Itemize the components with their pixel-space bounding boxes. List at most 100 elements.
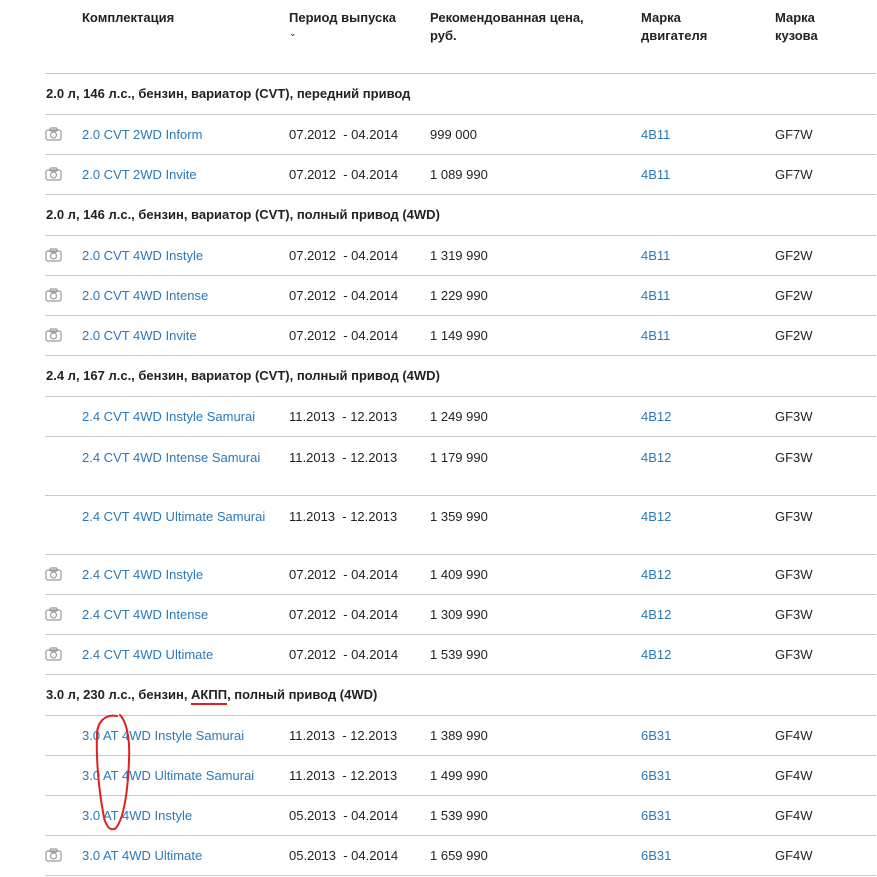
trim-link[interactable]: 2.4 CVT 4WD Instyle Samurai	[82, 407, 278, 426]
table-row: 2.4 CVT 4WD Intense 07.2012 - 04.2014 1 30…	[45, 595, 876, 635]
body-cell: GF7W	[775, 127, 813, 142]
period-cell: 11.2013 - 12.2013	[289, 728, 398, 743]
trim-link[interactable]: 3.0 AT 4WD Instyle Samurai	[82, 726, 278, 745]
camera-icon[interactable]	[45, 167, 62, 181]
engine-link[interactable]: 4B12	[641, 507, 671, 526]
group-title: 3.0 л, 230 л.с., бензин, АКПП, полный пр…	[45, 675, 876, 716]
table-row: 2.0 CVT 2WD Invite 07.2012 - 04.2014 1 089…	[45, 155, 876, 195]
body-cell: GF3W	[775, 509, 813, 524]
trim-table: Комплектация Период выпуска ⌄ Рекомендов…	[45, 0, 876, 876]
group-title: 2.4 л, 167 л.с., бензин, вариатор (CVT),…	[45, 356, 876, 397]
engine-link[interactable]: 4B12	[641, 605, 671, 624]
body-cell: GF4W	[775, 848, 813, 863]
camera-icon[interactable]	[45, 567, 62, 581]
price-cell: 1 149 990	[430, 328, 488, 343]
group-title: 2.0 л, 146 л.с., бензин, вариатор (CVT),…	[45, 195, 876, 236]
engine-link[interactable]: 4B11	[641, 326, 670, 345]
body-cell: GF7W	[775, 167, 813, 182]
engine-link[interactable]: 4B11	[641, 286, 670, 305]
period-cell: 07.2012 - 04.2014	[289, 248, 399, 263]
price-cell: 1 539 990	[430, 808, 488, 823]
trim-link[interactable]: 2.4 CVT 4WD Intense	[82, 605, 278, 624]
body-cell: GF2W	[775, 328, 813, 343]
table-row: 2.4 CVT 4WD Ultimate Samurai 11.2013 - 12…	[45, 496, 876, 555]
body-cell: GF2W	[775, 288, 813, 303]
price-cell: 999 000	[430, 127, 477, 142]
table-row: 2.4 CVT 4WD Instyle 07.2012 - 04.2014 1 40…	[45, 555, 876, 595]
period-cell: 07.2012 - 04.2014	[289, 288, 399, 303]
engine-link[interactable]: 4B12	[641, 407, 671, 426]
price-cell: 1 389 990	[430, 728, 488, 743]
body-cell: GF3W	[775, 567, 813, 582]
period-cell: 07.2012 - 04.2014	[289, 127, 399, 142]
trim-link[interactable]: 2.0 CVT 2WD Invite	[82, 165, 278, 184]
header-body: Марка кузова	[775, 10, 818, 43]
table-row: 2.4 CVT 4WD Ultimate 07.2012 - 04.2014 1 5…	[45, 635, 876, 675]
camera-icon[interactable]	[45, 127, 62, 141]
body-cell: GF3W	[775, 607, 813, 622]
engine-link[interactable]: 4B12	[641, 448, 671, 467]
period-cell: 07.2012 - 04.2014	[289, 647, 399, 662]
camera-icon[interactable]	[45, 248, 62, 262]
trim-link[interactable]: 2.4 CVT 4WD Instyle	[82, 565, 278, 584]
camera-icon[interactable]	[45, 328, 62, 342]
table-row: 3.0 AT 4WD Instyle 05.2013 - 04.2014 1 539…	[45, 796, 876, 836]
engine-link[interactable]: 4B12	[641, 565, 671, 584]
header-trim: Комплектация	[82, 10, 175, 25]
header-period[interactable]: Период выпуска ⌄	[289, 9, 396, 38]
engine-link[interactable]: 6B31	[641, 726, 671, 745]
camera-icon[interactable]	[45, 607, 62, 621]
body-cell: GF3W	[775, 647, 813, 662]
table-row: 2.0 CVT 2WD Inform 07.2012 - 04.2014 999 0…	[45, 115, 876, 155]
header-price: Рекомендованная цена, руб.	[430, 10, 584, 43]
engine-link[interactable]: 6B31	[641, 766, 671, 785]
trim-link[interactable]: 2.0 CVT 2WD Inform	[82, 125, 278, 144]
camera-icon[interactable]	[45, 848, 62, 862]
table-row: 2.4 CVT 4WD Intense Samurai 11.2013 - 12.…	[45, 437, 876, 496]
trim-link[interactable]: 3.0 AT 4WD Ultimate Samurai	[82, 766, 278, 785]
table-header: Комплектация Период выпуска ⌄ Рекомендов…	[45, 0, 876, 74]
trim-link[interactable]: 2.0 CVT 4WD Invite	[82, 326, 278, 345]
price-cell: 1 539 990	[430, 647, 488, 662]
group-title-highlight: АКПП	[191, 687, 228, 705]
period-cell: 11.2013 - 12.2013	[289, 450, 398, 465]
price-cell: 1 659 990	[430, 848, 488, 863]
price-cell: 1 089 990	[430, 167, 488, 182]
sort-chevron-icon[interactable]: ⌄	[289, 28, 396, 38]
engine-link[interactable]: 6B31	[641, 806, 671, 825]
trim-link[interactable]: 2.0 CVT 4WD Instyle	[82, 246, 278, 265]
trim-link[interactable]: 2.0 CVT 4WD Intense	[82, 286, 278, 305]
period-cell: 07.2012 - 04.2014	[289, 167, 399, 182]
engine-link[interactable]: 6B31	[641, 846, 671, 865]
price-cell: 1 499 990	[430, 768, 488, 783]
price-cell: 1 359 990	[430, 509, 488, 524]
table-row: 3.0 AT 4WD Instyle Samurai 11.2013 - 12.2…	[45, 716, 876, 756]
camera-icon[interactable]	[45, 288, 62, 302]
body-cell: GF4W	[775, 768, 813, 783]
trim-link[interactable]: 3.0 AT 4WD Instyle	[82, 806, 278, 825]
engine-link[interactable]: 4B12	[641, 645, 671, 664]
engine-link[interactable]: 4B11	[641, 165, 670, 184]
period-cell: 07.2012 - 04.2014	[289, 328, 399, 343]
body-cell: GF3W	[775, 450, 813, 465]
trim-link[interactable]: 3.0 AT 4WD Ultimate	[82, 846, 278, 865]
table-row: 2.4 CVT 4WD Instyle Samurai 11.2013 - 12.…	[45, 397, 876, 437]
trim-link[interactable]: 2.4 CVT 4WD Ultimate Samurai	[82, 507, 278, 526]
body-cell: GF4W	[775, 808, 813, 823]
camera-icon[interactable]	[45, 647, 62, 661]
table-row: 3.0 AT 4WD Ultimate 05.2013 - 04.2014 1 65…	[45, 836, 876, 876]
period-cell: 11.2013 - 12.2013	[289, 768, 398, 783]
trim-link[interactable]: 2.4 CVT 4WD Intense Samurai	[82, 448, 278, 467]
price-cell: 1 309 990	[430, 607, 488, 622]
header-period-label: Период выпуска	[289, 10, 396, 25]
price-cell: 1 179 990	[430, 450, 488, 465]
trim-link[interactable]: 2.4 CVT 4WD Ultimate	[82, 645, 278, 664]
price-cell: 1 409 990	[430, 567, 488, 582]
period-cell: 05.2013 - 04.2014	[289, 808, 399, 823]
period-cell: 07.2012 - 04.2014	[289, 607, 399, 622]
period-cell: 11.2013 - 12.2013	[289, 409, 398, 424]
period-cell: 07.2012 - 04.2014	[289, 567, 399, 582]
period-cell: 05.2013 - 04.2014	[289, 848, 399, 863]
engine-link[interactable]: 4B11	[641, 246, 670, 265]
engine-link[interactable]: 4B11	[641, 125, 670, 144]
